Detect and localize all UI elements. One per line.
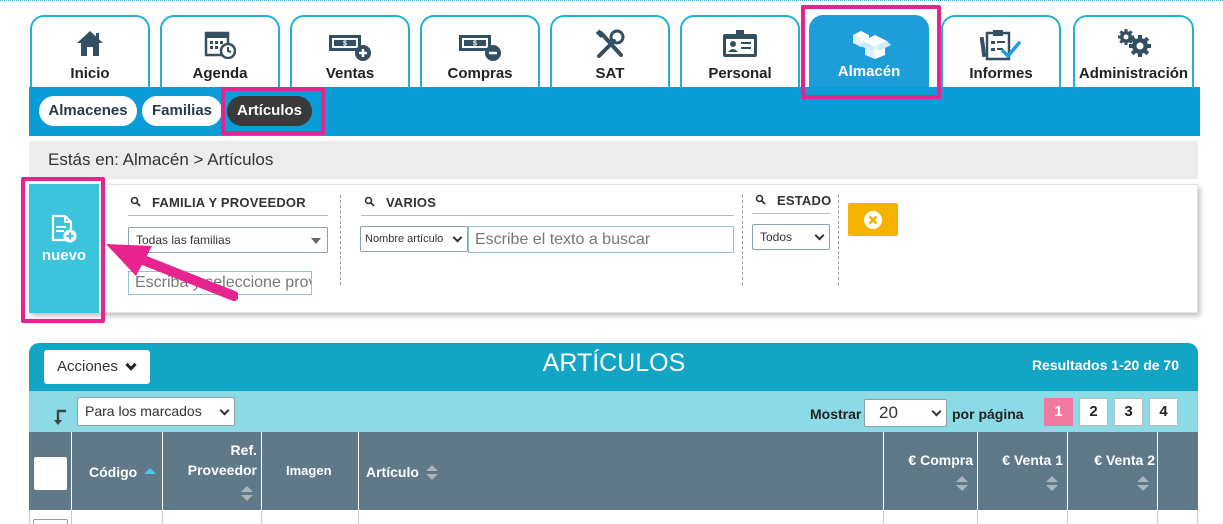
- boxes-icon: [811, 29, 927, 59]
- money-minus-icon: $: [422, 29, 538, 61]
- column-imagen: Imagen: [261, 432, 358, 510]
- tab-label: Ventas: [325, 65, 375, 82]
- table-title: ARTÍCULOS: [542, 349, 686, 377]
- column-compra[interactable]: € Compra: [883, 432, 977, 510]
- tab-agenda[interactable]: Agenda: [160, 15, 280, 87]
- clear-filters-button[interactable]: [848, 203, 898, 236]
- table-cell: [883, 510, 884, 524]
- sort-icon: [956, 476, 968, 492]
- vertical-separator: [838, 195, 839, 285]
- column-articulo[interactable]: Artículo: [358, 432, 883, 510]
- table-cell: [1067, 510, 1068, 524]
- column-ref-proveedor[interactable]: Ref. Proveedor: [162, 432, 261, 510]
- tab-administracion[interactable]: Administración: [1073, 15, 1194, 87]
- column-venta-1[interactable]: € Venta 1: [977, 432, 1067, 510]
- tab-label: Compras: [447, 65, 513, 82]
- table-cell: [71, 510, 72, 524]
- home-icon: [32, 29, 148, 59]
- subnav-familias[interactable]: Familias: [142, 96, 222, 126]
- new-button[interactable]: nuevo: [29, 184, 99, 313]
- mostrar-label: Mostrar: [810, 406, 862, 422]
- select-all-checkbox[interactable]: [34, 457, 67, 490]
- column-codigo[interactable]: Código: [71, 432, 162, 510]
- section-divider: [361, 215, 734, 216]
- top-border: [0, 0, 1223, 1]
- tab-label: Administración: [1078, 65, 1189, 82]
- tools-icon: [552, 29, 668, 59]
- tab-sat[interactable]: SAT: [550, 15, 670, 87]
- page-button-4[interactable]: 4: [1149, 398, 1178, 426]
- section-familia-title: FAMILIA Y PROVEEDOR: [130, 195, 306, 210]
- tab-ventas[interactable]: $ Ventas: [290, 15, 410, 87]
- tab-label: Almacén: [837, 63, 901, 80]
- table-cell: [162, 510, 163, 524]
- page-button-2[interactable]: 2: [1079, 398, 1108, 426]
- annotation-arrow: [106, 244, 238, 301]
- sort-icon: [1046, 476, 1058, 492]
- money-plus-icon: $: [292, 29, 408, 61]
- acciones-button[interactable]: Acciones: [44, 350, 150, 384]
- section-estado-title: ESTADO: [755, 193, 831, 208]
- page-button-1[interactable]: 1: [1044, 398, 1073, 426]
- tab-label: Informes: [969, 65, 1033, 82]
- search-icon: [755, 193, 769, 208]
- search-input[interactable]: Escribe el texto a buscar: [468, 226, 734, 253]
- clipboard-check-icon: [943, 29, 1059, 61]
- subnav-almacenes[interactable]: Almacenes: [39, 96, 137, 126]
- tab-label: SAT: [595, 65, 625, 82]
- tab-label: Agenda: [192, 65, 248, 82]
- section-varios-title: VARIOS: [364, 195, 436, 210]
- subnav-articulos[interactable]: Artículos: [227, 96, 312, 126]
- section-divider: [128, 215, 328, 216]
- table-row: [29, 510, 1198, 524]
- svg-text:$: $: [343, 41, 347, 48]
- table-cell: [358, 510, 359, 524]
- search-icon: [130, 195, 144, 210]
- column-actions: [1157, 432, 1198, 510]
- new-document-icon: [29, 214, 99, 244]
- sort-icon: [241, 486, 253, 502]
- new-button-label: nuevo: [41, 247, 87, 264]
- sort-icon: [1137, 476, 1149, 492]
- tab-compras[interactable]: $ Compras: [420, 15, 540, 87]
- field-select[interactable]: Nombre artículo: [360, 226, 468, 252]
- row-checkbox[interactable]: [33, 519, 68, 524]
- sort-asc-icon: [144, 468, 156, 484]
- table-cell: [1197, 510, 1198, 524]
- column-venta-2[interactable]: € Venta 2: [1067, 432, 1157, 510]
- tab-label: Personal: [708, 65, 772, 82]
- table-cell: [977, 510, 978, 524]
- calendar-icon: [162, 29, 278, 59]
- tab-informes[interactable]: Informes: [941, 15, 1061, 87]
- svg-text:$: $: [473, 41, 477, 48]
- tab-almacen[interactable]: Almacén: [809, 15, 929, 87]
- bulk-action-select[interactable]: Para los marcados: [77, 397, 235, 426]
- tab-label: Inicio: [70, 65, 110, 82]
- tab-inicio[interactable]: Inicio: [30, 15, 150, 87]
- corner-arrow-icon: [54, 408, 68, 431]
- close-circle-icon: [864, 210, 882, 229]
- search-icon: [364, 195, 378, 210]
- per-page-select[interactable]: 20: [864, 399, 947, 427]
- table-cell: [261, 510, 262, 524]
- per-page-label: por página: [952, 406, 1024, 422]
- results-count: Resultados 1-20 de 70: [1031, 357, 1179, 373]
- sort-icon: [426, 465, 438, 481]
- page-button-3[interactable]: 3: [1114, 398, 1143, 426]
- section-divider: [752, 213, 830, 214]
- chevron-down-icon: [125, 359, 137, 371]
- vertical-separator: [340, 195, 341, 285]
- id-card-icon: [682, 29, 798, 59]
- estado-select[interactable]: Todos: [752, 224, 830, 250]
- breadcrumb: Estás en: Almacén > Artículos: [29, 141, 1198, 179]
- table-cell: [1157, 510, 1158, 524]
- gears-icon: [1075, 29, 1192, 59]
- tab-personal[interactable]: Personal: [680, 15, 800, 87]
- vertical-separator: [742, 195, 743, 285]
